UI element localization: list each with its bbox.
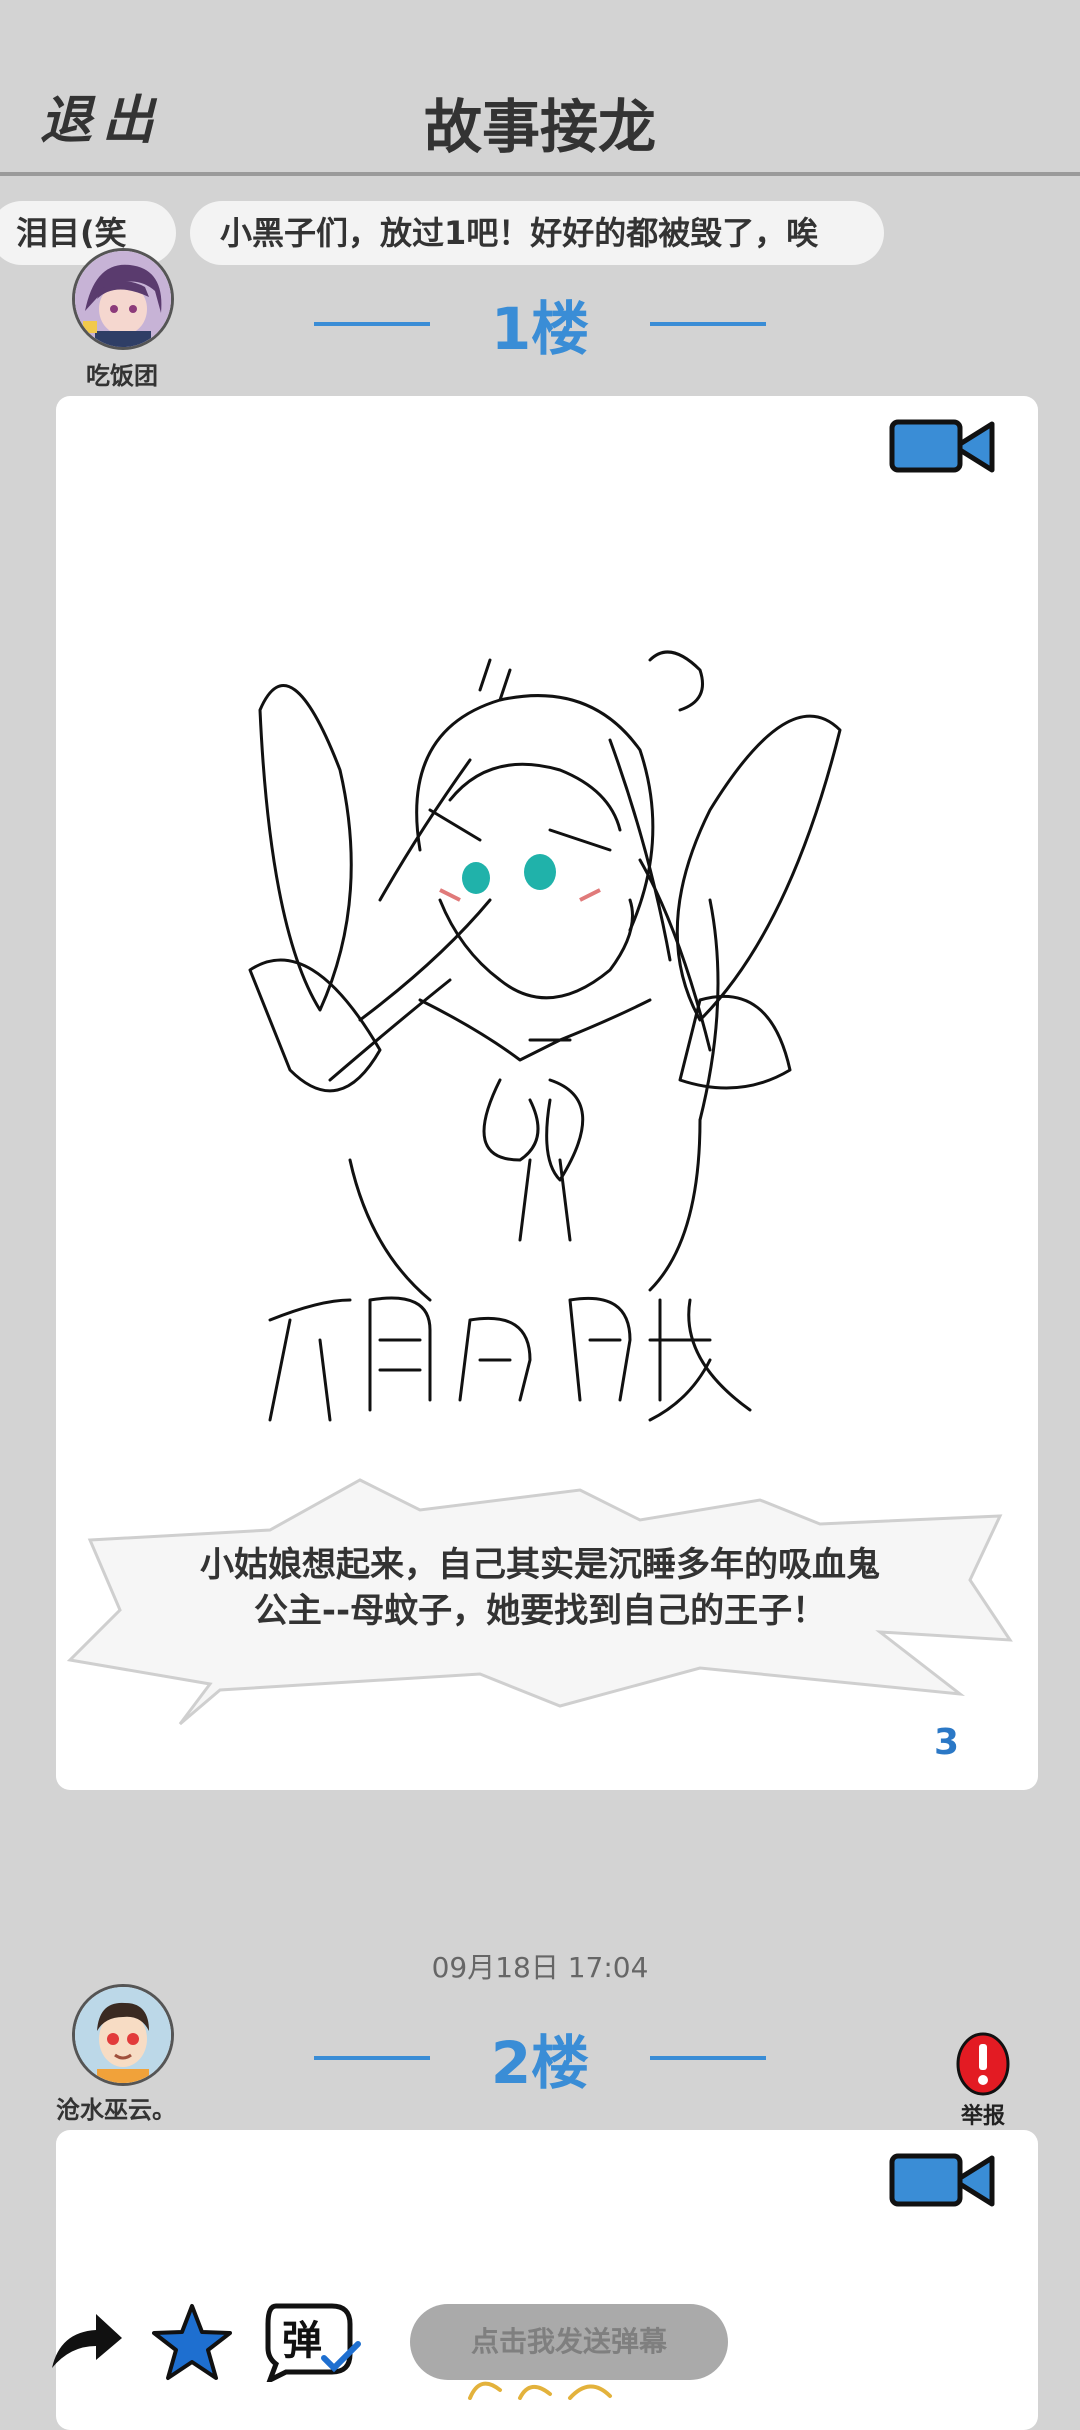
floor-divider-right (650, 2056, 766, 2060)
avatar-image (75, 1987, 171, 2083)
page-count[interactable]: 3 (934, 1722, 959, 1763)
username[interactable]: 沧水巫云。 (36, 2090, 196, 2125)
floor-divider-left (314, 322, 430, 326)
post-timestamp: 09月18日 17:04 (431, 1951, 649, 1984)
caption-line: 公主--母蚊子，她要找到自己的王子！ (253, 1591, 827, 1631)
caption-line: 小姑娘想起来，自己其实是沉睡多年的吸血鬼 (200, 1545, 880, 1585)
report-icon[interactable] (955, 2032, 1011, 2096)
floor-divider-right (650, 322, 766, 326)
floor-label: 2楼 (490, 2029, 590, 2097)
header-divider (0, 172, 1080, 176)
report-button-label[interactable]: 举报 (945, 2098, 1021, 2130)
video-camera-icon[interactable] (888, 414, 998, 478)
story-caption: 小姑娘想起来，自己其实是沉睡多年的吸血鬼 公主--母蚊子，她要找到自己的王子！ (150, 1542, 930, 1634)
star-icon[interactable] (152, 2302, 232, 2382)
avatar[interactable] (72, 1984, 174, 2086)
video-camera-icon[interactable] (888, 2148, 998, 2212)
avatar-image (75, 251, 171, 347)
send-danmaku-button[interactable]: 点击我发送弹幕 (410, 2304, 728, 2380)
floor-label: 1楼 (490, 295, 590, 363)
username[interactable]: 吃饭团 (42, 356, 202, 391)
page-title: 故事接龙 (423, 93, 656, 161)
floor-divider-left (314, 2056, 430, 2060)
danmaku-bubble: 小黑子们，放过1吧！好好的都被毁了，唉 (190, 201, 884, 265)
share-icon[interactable] (46, 2306, 126, 2374)
avatar[interactable] (72, 248, 174, 350)
story-drawing (248, 650, 842, 1422)
danmaku-toggle-icon[interactable]: 弹 (262, 2298, 362, 2382)
danmaku-toggle-glyph: 弹 (282, 2318, 322, 2364)
